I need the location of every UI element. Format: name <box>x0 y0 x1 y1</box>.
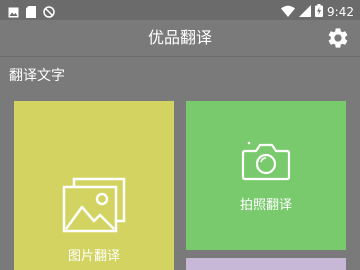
app-bar: 优品翻译 <box>0 20 360 56</box>
status-bar-time: 9:42 <box>327 4 354 19</box>
signal-icon <box>299 2 312 21</box>
app-bar-divider <box>0 56 360 57</box>
status-bar-system: 9:42 <box>281 2 354 21</box>
gear-icon <box>328 28 348 48</box>
section-title: 翻译文字 <box>9 68 65 84</box>
settings-button[interactable] <box>326 26 350 50</box>
status-bar: 9:42 <box>0 0 360 20</box>
image-translate-tile[interactable]: 图片翻译 <box>14 101 174 270</box>
more-translate-tile[interactable] <box>186 258 346 270</box>
camera-icon <box>241 141 291 181</box>
image-translate-label: 图片翻译 <box>67 249 120 264</box>
photo-translate-tile[interactable]: 拍照翻译 <box>186 101 346 250</box>
wifi-icon <box>281 2 296 21</box>
app-screen: 9:42 优品翻译 翻译文字 图片翻译 拍照翻译 <box>0 0 360 270</box>
battery-charging-icon <box>315 2 324 21</box>
pictures-icon <box>62 177 126 233</box>
page-title: 优品翻译 <box>147 28 212 47</box>
photo-translate-label: 拍照翻译 <box>239 198 292 213</box>
